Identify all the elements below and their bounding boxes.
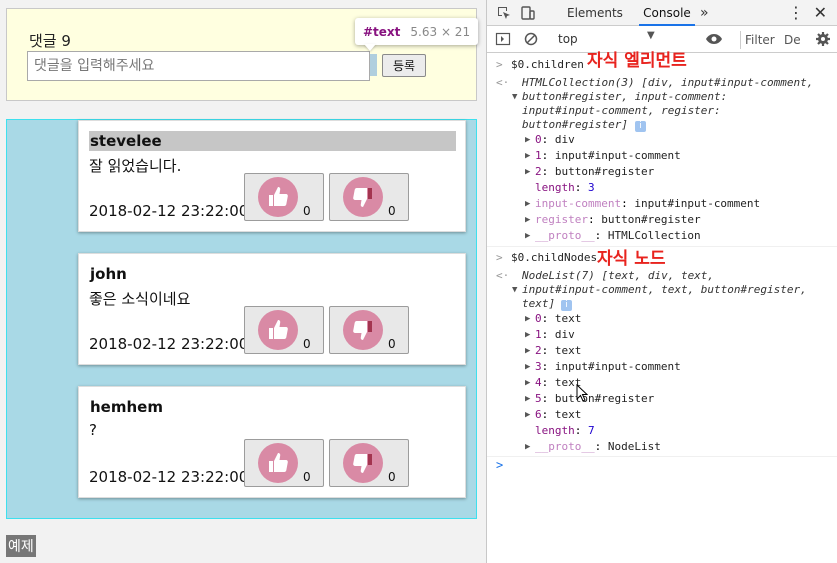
input-prompt-icon: > (496, 58, 503, 71)
expand-triangle-icon[interactable]: ▶ (525, 362, 530, 372)
dislike-button[interactable]: 0 (329, 173, 409, 221)
device-toolbar-icon[interactable] (520, 5, 536, 21)
dislike-button[interactable]: 0 (329, 439, 409, 487)
expand-triangle-icon[interactable]: ▶ (525, 410, 530, 420)
tooltip-node-name: #text (363, 24, 401, 39)
web-page: 댓글 9 등록 #text 5.63 × 21 stevelee 잘 읽었습니다… (0, 0, 486, 563)
inspect-element-icon[interactable] (496, 5, 512, 21)
devtools-tabbar: Elements Console » ⋮ ✕ (487, 0, 837, 26)
expand-triangle-icon[interactable]: ▶ (525, 231, 530, 241)
log-level-select[interactable]: De (784, 31, 801, 49)
comment-card: hemhem ? 2018-02-12 23:22:00 0 0 (78, 386, 466, 498)
like-count: 0 (303, 204, 311, 218)
expand-triangle-icon[interactable]: ▶ (525, 442, 530, 452)
console-output: 자식 엘리먼트 > $0.children <· HTMLCollection(… (487, 51, 837, 563)
expand-triangle-icon[interactable]: ▶ (525, 330, 530, 340)
register-button[interactable]: 등록 (382, 54, 426, 77)
output-arrow-icon: <· (496, 269, 510, 282)
thumbs-up-icon (258, 443, 298, 483)
comment-card: stevelee 잘 읽었습니다. 2018-02-12 23:22:00 0 … (78, 120, 466, 232)
thumbs-up-icon (258, 177, 298, 217)
tooltip-node-size: 5.63 × 21 (410, 24, 471, 39)
comment-author: hemhem (90, 398, 163, 416)
like-button[interactable]: 0 (244, 173, 324, 221)
inspected-text-node-highlight (370, 54, 377, 76)
dislike-count: 0 (388, 204, 396, 218)
clear-console-icon[interactable] (523, 31, 539, 47)
like-button[interactable]: 0 (244, 439, 324, 487)
tab-elements[interactable]: Elements (567, 0, 623, 26)
comment-author: stevelee (89, 131, 456, 151)
tooltip-arrow (364, 44, 376, 51)
dislike-button[interactable]: 0 (329, 306, 409, 354)
divider (487, 456, 837, 457)
like-count: 0 (303, 470, 311, 484)
thumbs-down-icon (343, 177, 383, 217)
dislike-count: 0 (388, 470, 396, 484)
expand-triangle-icon[interactable]: ▶ (525, 314, 530, 324)
gear-icon[interactable] (815, 31, 831, 47)
comment-author: john (90, 265, 127, 283)
thumbs-down-icon (343, 310, 383, 350)
output-arrow-icon: <· (496, 76, 510, 89)
chevron-down-icon: ▼ (647, 30, 655, 41)
input-prompt-icon: > (496, 251, 503, 264)
expand-triangle-icon[interactable]: ▼ (512, 92, 517, 102)
comment-count: 댓글 9 (29, 32, 71, 50)
expand-triangle-icon[interactable]: ▶ (525, 378, 530, 388)
info-icon: i (635, 121, 646, 132)
comment-text: ? (89, 421, 97, 439)
expand-triangle-icon[interactable]: ▼ (512, 285, 517, 295)
eye-icon[interactable] (705, 31, 722, 47)
annotation-nodes: 자식 노드 (597, 249, 666, 269)
like-count: 0 (303, 337, 311, 351)
comment-input[interactable] (27, 51, 370, 81)
kebab-menu-icon[interactable]: ⋮ (788, 0, 804, 26)
devtools-panel: Elements Console » ⋮ ✕ top ▼ Filter De 자… (486, 0, 837, 563)
show-sidebar-icon[interactable] (495, 31, 511, 47)
thumbs-down-icon (343, 443, 383, 483)
tab-console[interactable]: Console (639, 0, 695, 26)
expand-triangle-icon[interactable]: ▶ (525, 215, 530, 225)
filter-input[interactable]: Filter (740, 31, 780, 49)
mouse-cursor-icon (576, 384, 588, 402)
dislike-count: 0 (388, 337, 396, 351)
more-tabs-icon[interactable]: » (700, 0, 709, 26)
expand-triangle-icon[interactable]: ▶ (525, 135, 530, 145)
expand-triangle-icon[interactable]: ▶ (525, 346, 530, 356)
info-icon: i (561, 300, 572, 311)
comment-date: 2018-02-12 23:22:00 (89, 468, 249, 486)
close-icon[interactable]: ✕ (814, 0, 827, 26)
thumbs-up-icon (258, 310, 298, 350)
like-button[interactable]: 0 (244, 306, 324, 354)
annotation-children: 자식 엘리먼트 (587, 51, 687, 71)
console-prompt-icon[interactable]: > (496, 458, 503, 472)
expand-triangle-icon[interactable]: ▶ (525, 151, 530, 161)
comment-list: stevelee 잘 읽었습니다. 2018-02-12 23:22:00 0 … (6, 119, 477, 519)
example-label: 예제 (6, 535, 36, 557)
expand-triangle-icon[interactable]: ▶ (525, 167, 530, 177)
comment-text: 좋은 소식이네요 (89, 290, 191, 308)
inspect-tooltip: #text 5.63 × 21 (355, 18, 479, 45)
comment-date: 2018-02-12 23:22:00 (89, 202, 249, 220)
comment-text: 잘 읽었습니다. (89, 157, 182, 175)
comment-date: 2018-02-12 23:22:00 (89, 335, 249, 353)
comment-card: john 좋은 소식이네요 2018-02-12 23:22:00 0 0 (78, 253, 466, 365)
expand-triangle-icon[interactable]: ▶ (525, 394, 530, 404)
expand-triangle-icon[interactable]: ▶ (525, 199, 530, 209)
